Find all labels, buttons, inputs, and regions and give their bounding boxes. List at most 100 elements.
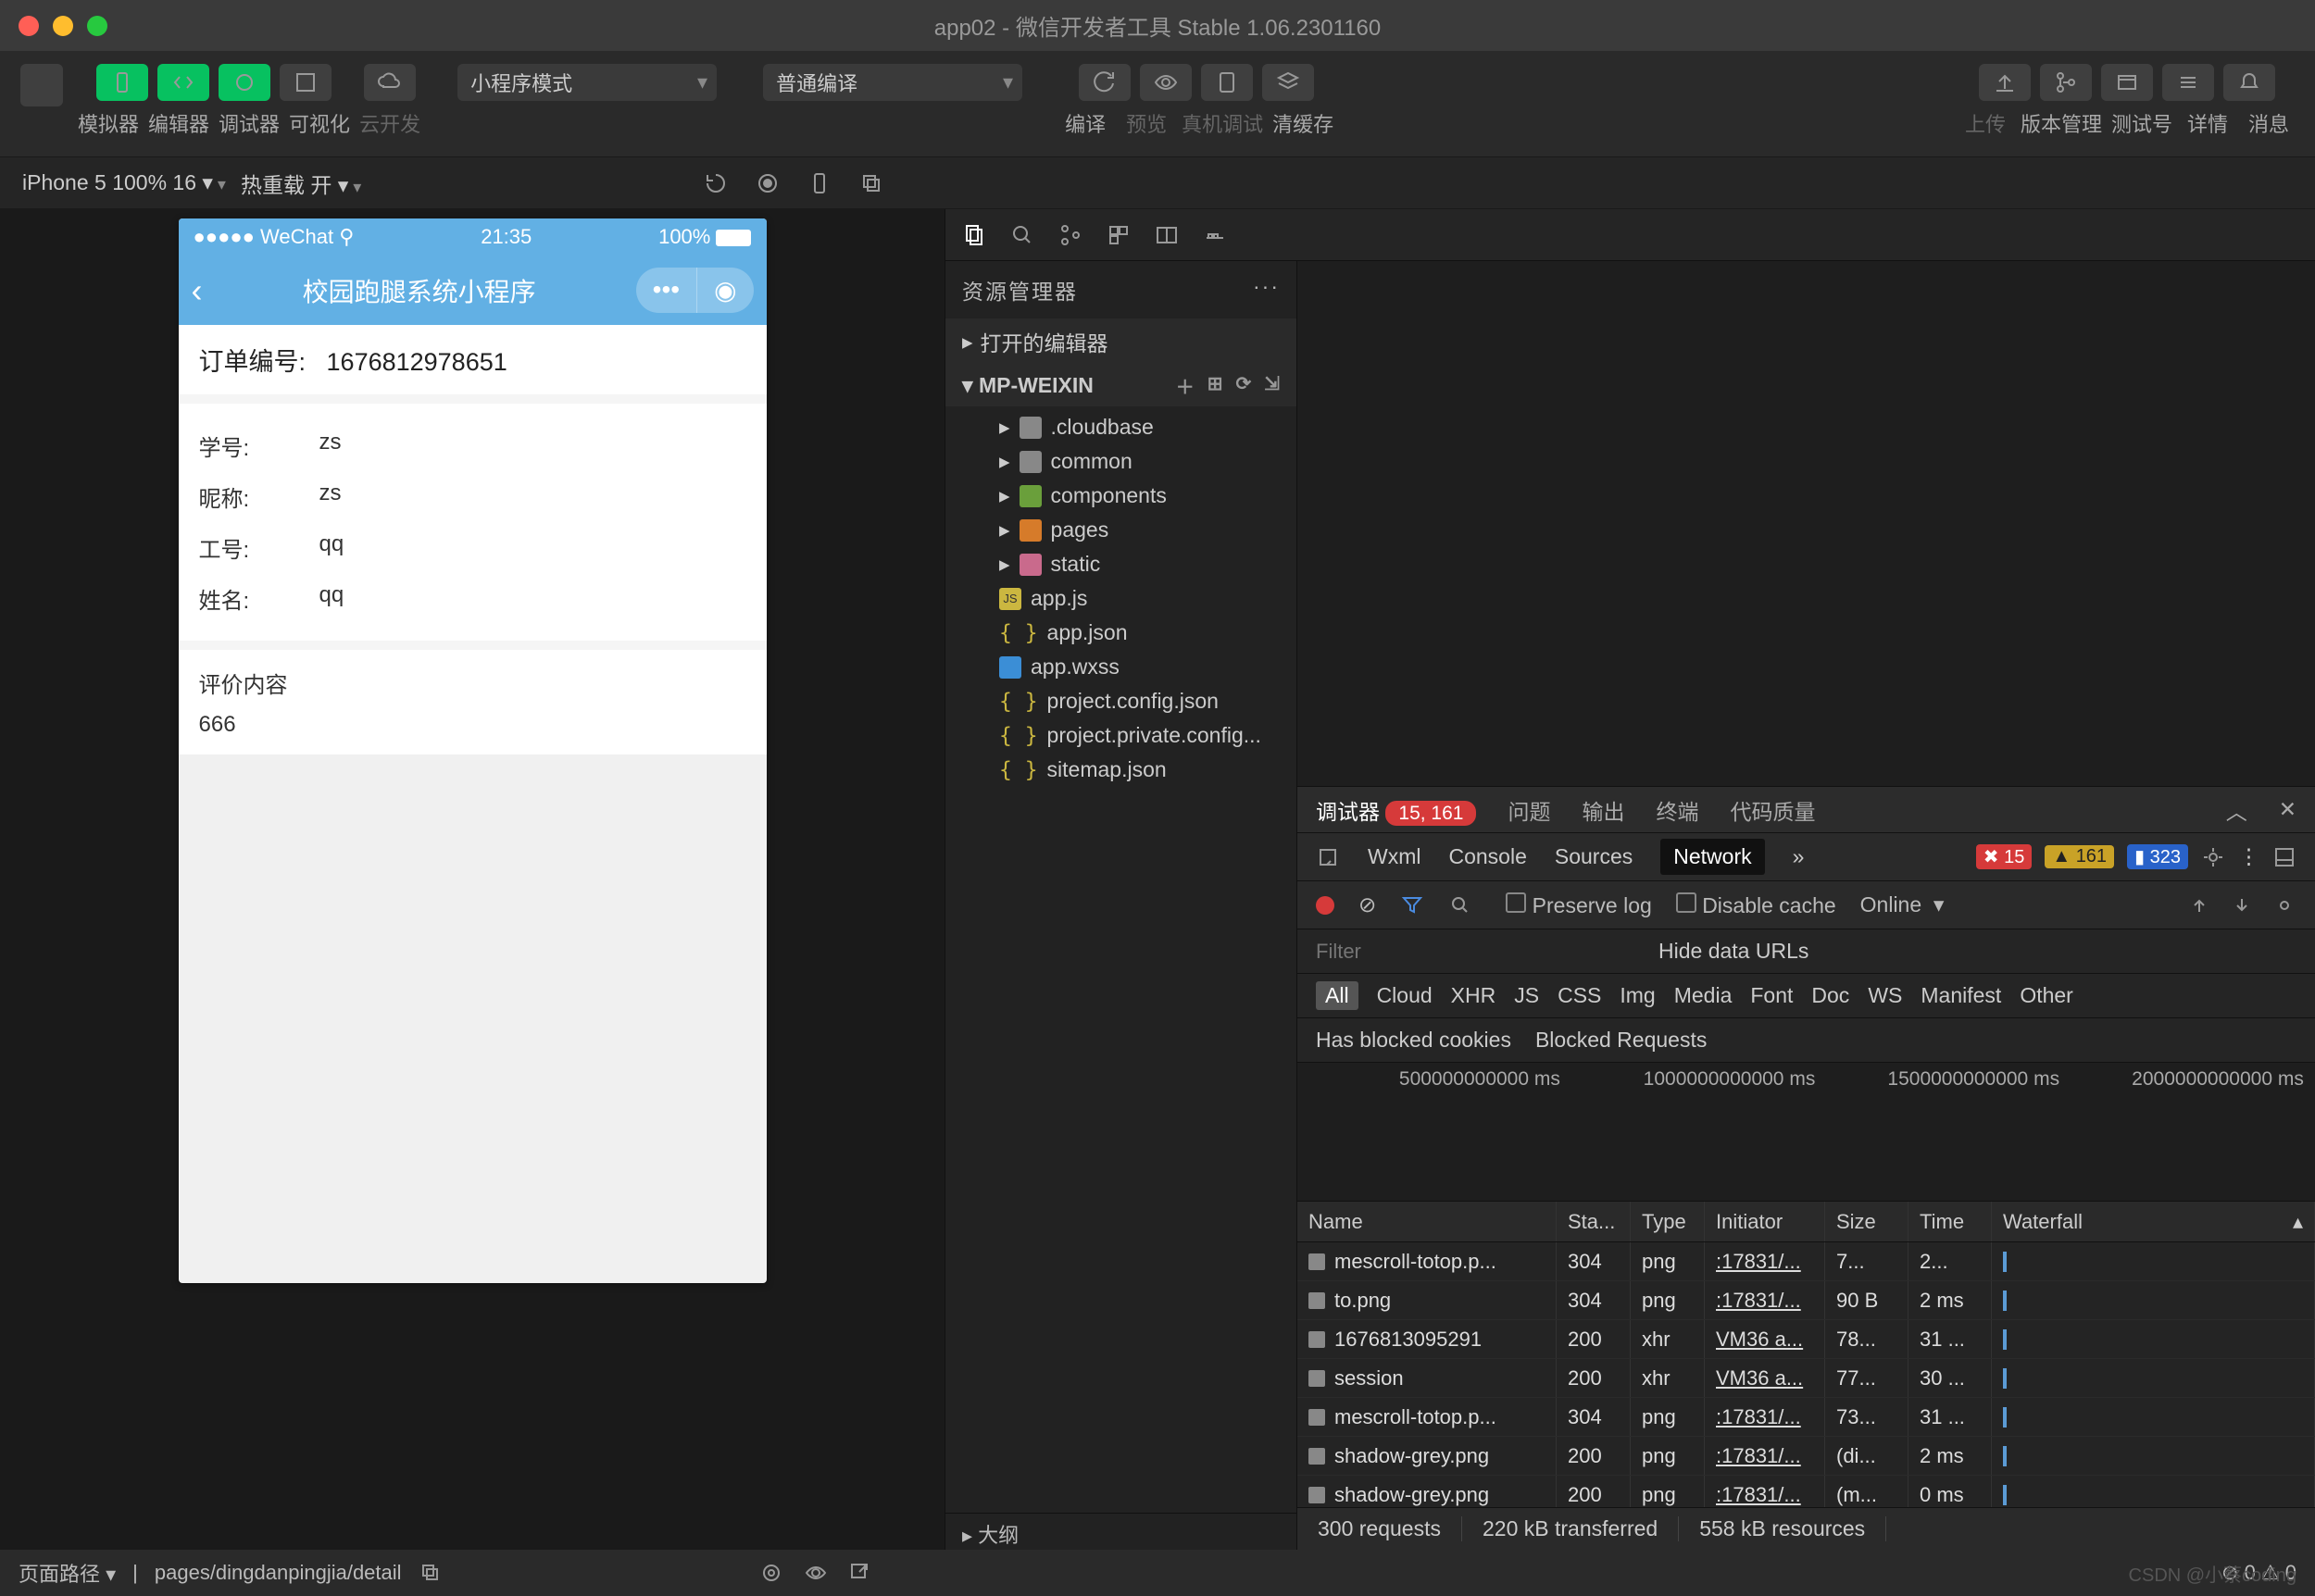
table-row[interactable]: mescroll-totop.p...304png:17831/...73...… [1297, 1398, 2315, 1437]
warn-count[interactable]: ▲ 161 [2045, 845, 2114, 868]
new-folder-icon[interactable]: ⊞ [1208, 372, 1223, 399]
col-status[interactable]: Sta... [1557, 1202, 1631, 1241]
error-count[interactable]: ✖ 15 [1976, 844, 2033, 869]
type-xhr[interactable]: XHR [1451, 983, 1496, 1008]
debugger-toggle[interactable] [219, 64, 270, 101]
device-select[interactable]: iPhone 5 100% 16 ▾ [22, 170, 226, 195]
tab-wxml[interactable]: Wxml [1368, 844, 1420, 869]
compile-button[interactable] [1079, 64, 1131, 101]
tab-problems[interactable]: 问题 [1508, 794, 1550, 826]
tab-sources[interactable]: Sources [1555, 844, 1633, 869]
tree-item[interactable]: ▸ components [945, 479, 1296, 513]
tree-item[interactable]: JSapp.js [945, 581, 1296, 616]
split-icon[interactable] [1155, 223, 1179, 247]
capsule-menu[interactable]: ••• [636, 268, 697, 313]
simulator-toggle[interactable] [96, 64, 148, 101]
table-row[interactable]: session200xhrVM36 a...77...30 ... [1297, 1359, 2315, 1398]
page-path-select[interactable]: 页面路径 ▾ [19, 1558, 116, 1588]
back-button[interactable]: ‹ [192, 271, 203, 310]
table-row[interactable]: mescroll-totop.p...304png:17831/...7...2… [1297, 1242, 2315, 1281]
disable-cache-checkbox[interactable] [1676, 892, 1696, 913]
tab-console[interactable]: Console [1448, 844, 1526, 869]
type-ws[interactable]: WS [1868, 983, 1902, 1008]
mini-mode-select[interactable]: 小程序模式 [457, 64, 717, 101]
kebab-icon[interactable]: ⋮ [2238, 844, 2259, 869]
upload-button[interactable] [1979, 64, 2031, 101]
type-css[interactable]: CSS [1558, 983, 1601, 1008]
close-panel-icon[interactable]: ✕ [2279, 797, 2296, 822]
tree-item[interactable]: app.wxss [945, 650, 1296, 684]
remote-debug-button[interactable] [1201, 64, 1253, 101]
col-time[interactable]: Time [1908, 1202, 1992, 1241]
more-icon[interactable]: ··· [1253, 274, 1280, 305]
version-button[interactable] [2040, 64, 2092, 101]
outline-section[interactable]: ▸ 大纲 [945, 1513, 1296, 1550]
notifications-button[interactable] [2223, 64, 2275, 101]
col-type[interactable]: Type [1631, 1202, 1705, 1241]
tree-item[interactable]: ▸ pages [945, 513, 1296, 547]
throttle-select[interactable]: Online ▾ [1860, 892, 1945, 917]
upload-har-icon[interactable] [2187, 893, 2211, 917]
type-img[interactable]: Img [1620, 983, 1655, 1008]
test-account-button[interactable] [2101, 64, 2153, 101]
details-button[interactable] [2162, 64, 2214, 101]
capsule-close[interactable]: ◉ [697, 268, 753, 313]
info-count[interactable]: ▮ 323 [2127, 844, 2188, 869]
table-row[interactable]: shadow-grey.png200png:17831/...(di...2 m… [1297, 1437, 2315, 1476]
type-js[interactable]: JS [1514, 983, 1539, 1008]
extensions-icon[interactable] [1107, 223, 1131, 247]
table-row[interactable]: 1676813095291200xhrVM36 a...78...31 ... [1297, 1320, 2315, 1359]
gear-icon-2[interactable] [2272, 893, 2296, 917]
tree-item[interactable]: ▸ .cloudbase [945, 410, 1296, 444]
popout-icon[interactable] [848, 1561, 872, 1585]
close-icon[interactable] [19, 16, 39, 36]
table-row[interactable]: shadow-grey.png200png:17831/...(m...0 ms [1297, 1476, 2315, 1507]
type-manifest[interactable]: Manifest [1921, 983, 2001, 1008]
copy-path-icon[interactable] [419, 1561, 443, 1585]
preserve-checkbox[interactable] [1506, 892, 1526, 913]
project-section[interactable]: ▾ MP-WEIXIN ＋ ⊞ ⟳ ⇲ [945, 365, 1296, 406]
collapse-icon[interactable]: ⇲ [1264, 372, 1280, 399]
inspect-icon[interactable] [1316, 845, 1340, 869]
clear-cache-button[interactable] [1262, 64, 1314, 101]
hot-reload-select[interactable]: 热重载 开 ▾ [241, 168, 361, 199]
tree-item[interactable]: { }project.private.config... [945, 718, 1296, 753]
tab-terminal[interactable]: 终端 [1656, 794, 1698, 826]
type-all[interactable]: All [1316, 981, 1358, 1010]
col-waterfall[interactable]: Waterfall▴ [1992, 1202, 2315, 1241]
visual-toggle[interactable] [280, 64, 332, 101]
refresh-tree-icon[interactable]: ⟳ [1235, 372, 1251, 399]
source-control-icon[interactable] [1058, 223, 1082, 247]
search-icon[interactable] [1010, 223, 1034, 247]
search-icon-2[interactable] [1448, 893, 1472, 917]
download-har-icon[interactable] [2230, 893, 2254, 917]
avatar[interactable] [20, 64, 63, 106]
tree-item[interactable]: { }app.json [945, 616, 1296, 650]
preview-button[interactable] [1140, 64, 1192, 101]
compile-mode-select[interactable]: 普通编译 [763, 64, 1022, 101]
rotate-icon[interactable] [704, 171, 728, 195]
record-icon[interactable] [756, 171, 780, 195]
tree-item[interactable]: { }project.config.json [945, 684, 1296, 718]
filter-input[interactable] [1316, 940, 1631, 964]
type-font[interactable]: Font [1750, 983, 1793, 1008]
type-media[interactable]: Media [1674, 983, 1733, 1008]
tree-item[interactable]: ▸ static [945, 547, 1296, 581]
maximize-icon[interactable] [87, 16, 107, 36]
col-size[interactable]: Size [1825, 1202, 1908, 1241]
copy-icon[interactable] [859, 171, 883, 195]
record-button[interactable] [1316, 896, 1334, 915]
clear-icon[interactable]: ⊘ [1358, 892, 1376, 917]
col-initiator[interactable]: Initiator [1705, 1202, 1825, 1241]
tab-network[interactable]: Network [1660, 839, 1764, 875]
minimize-icon[interactable] [53, 16, 73, 36]
chevron-up-icon[interactable]: ︿ [2226, 794, 2247, 826]
files-icon[interactable] [962, 223, 986, 247]
eye-icon-2[interactable] [804, 1561, 828, 1585]
docker-icon[interactable] [1203, 223, 1227, 247]
editor-toggle[interactable] [157, 64, 209, 101]
type-doc[interactable]: Doc [1811, 983, 1849, 1008]
gear-icon[interactable] [2201, 845, 2225, 869]
new-file-icon[interactable]: ＋ [1176, 372, 1195, 399]
more-tabs-icon[interactable]: » [1793, 844, 1805, 869]
